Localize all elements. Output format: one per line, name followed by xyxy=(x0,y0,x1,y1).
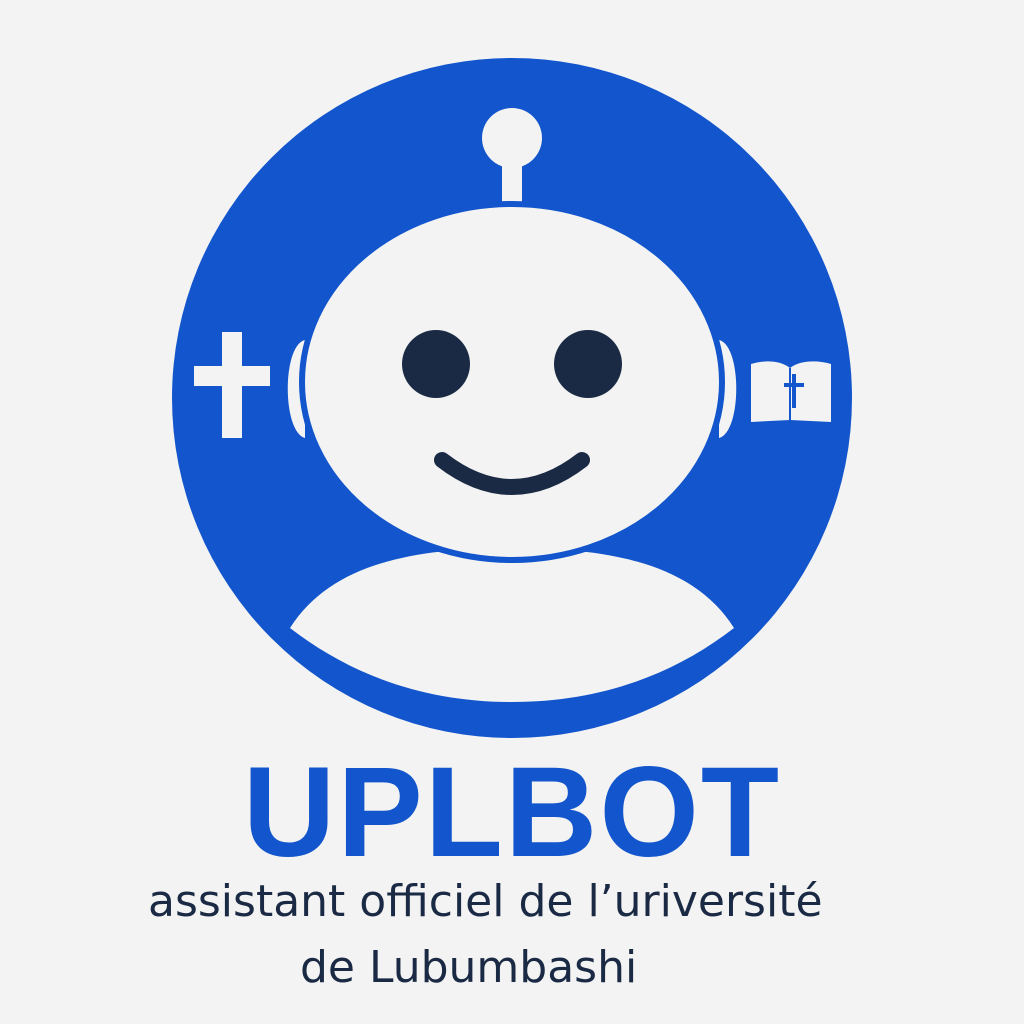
brand-title: UPLBOT xyxy=(242,741,782,884)
tagline-line-2: de Lubumbashi xyxy=(300,942,638,993)
tagline-line-1: assistant officiel de l’uriversité xyxy=(148,876,823,927)
robot-eye-right xyxy=(554,330,622,398)
robot-eye-left xyxy=(402,330,470,398)
bible-icon xyxy=(751,361,831,422)
logo-canvas: UPLBOT assistant officiel de l’uriversit… xyxy=(0,0,1024,1024)
antenna-ball xyxy=(482,108,542,168)
robot-head xyxy=(299,201,725,563)
uplbot-logo xyxy=(172,58,852,738)
